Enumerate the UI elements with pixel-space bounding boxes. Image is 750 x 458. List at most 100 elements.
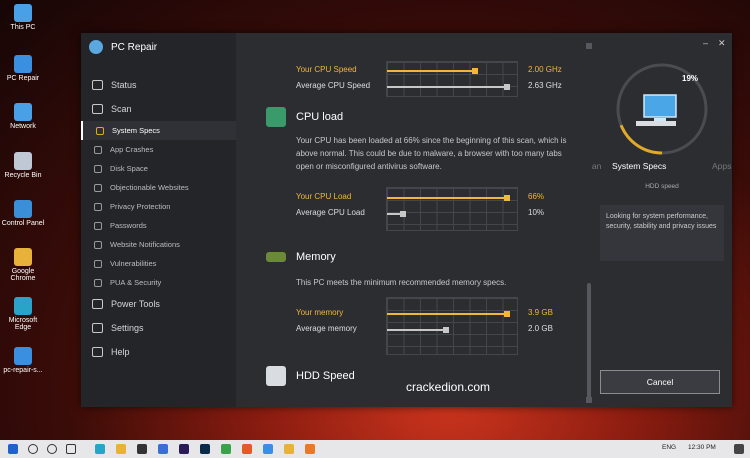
memory-chip-icon <box>266 252 286 262</box>
desktop-icon-label: pc-repair-s... <box>3 367 43 374</box>
pc-repair-setup-icon <box>14 347 32 365</box>
crash-icon <box>94 145 102 154</box>
minimize-button[interactable]: – <box>703 38 708 48</box>
mail-icon[interactable] <box>158 444 168 454</box>
ccleaner-icon[interactable] <box>242 444 252 454</box>
desktop-icon[interactable]: pc-repair-s... <box>0 347 46 374</box>
desktop-icon[interactable]: Network <box>0 103 46 130</box>
scan-substage: HDD speed <box>645 183 679 190</box>
progress-percent: 19% <box>682 74 699 83</box>
nav-item-objectionable-websites[interactable]: Objectionable Websites <box>81 178 236 197</box>
chrome-icon <box>14 248 32 266</box>
nav-item-disk-space[interactable]: Disk Space <box>81 159 236 178</box>
scan-progress-panel: – ✕ 19% Scan System Specs Apps HDD speed… <box>592 33 732 407</box>
nav-item-pua-security[interactable]: PUA & Security <box>81 273 236 292</box>
monitor-icon <box>92 80 103 90</box>
memory-heading: Memory <box>266 251 336 263</box>
computer-icon <box>14 4 32 22</box>
nav-item-app-crashes[interactable]: App Crashes <box>81 140 236 159</box>
start-button-icon[interactable] <box>8 444 18 454</box>
cpu-load-title: CPU load <box>296 111 344 123</box>
task-view-icon[interactable] <box>66 444 76 454</box>
nav-item-privacy-protection[interactable]: Privacy Protection <box>81 197 236 216</box>
desktop-icons: This PC PC Repair Network Recycle Bin Contro… <box>0 0 50 440</box>
nav-item-label: PUA & Security <box>110 278 162 287</box>
premiere-icon[interactable] <box>179 444 189 454</box>
avg-cpu-speed-bar <box>387 84 510 90</box>
nav-item-passwords[interactable]: Passwords <box>81 216 236 235</box>
cpu-speed-bar <box>387 68 478 74</box>
language-indicator[interactable]: ENG <box>662 444 676 451</box>
desktop-icon-label: PC Repair <box>6 75 40 82</box>
globe-icon <box>94 183 102 192</box>
nav-item-settings[interactable]: Settings <box>81 316 236 340</box>
store-icon[interactable] <box>137 444 147 454</box>
avg-cpu-speed-value: 2.63 GHz <box>528 81 562 90</box>
avg-cpu-load-bar <box>387 211 406 217</box>
desktop-icon[interactable]: Recycle Bin <box>0 152 46 179</box>
app-title-text: PC Repair <box>111 41 158 53</box>
desktop-icon[interactable]: Microsoft Edge <box>0 297 46 331</box>
cpu-load-bar <box>387 195 510 201</box>
pc-repair-taskbar-icon[interactable] <box>263 444 273 454</box>
memory-title: Memory <box>296 251 336 263</box>
nav-item-label: App Crashes <box>110 145 154 154</box>
hdd-icon <box>266 366 286 386</box>
desktop-icon[interactable]: This PC <box>0 4 46 31</box>
desktop-icon[interactable]: PC Repair <box>0 55 46 82</box>
nav-item-label: Status <box>111 80 137 90</box>
memory-chart <box>386 297 518 355</box>
computer-monitor-icon <box>636 94 677 126</box>
nav-menu: Status Scan System Specs App Crashes Disk Sp… <box>81 73 236 364</box>
pc-repair-logo-icon <box>89 40 103 54</box>
search-icon <box>92 104 103 114</box>
cpu-speed-chart <box>386 61 518 97</box>
cancel-button[interactable]: Cancel <box>600 370 720 394</box>
taskbar: ENG 12:30 PM <box>0 440 750 458</box>
cpu-load-chart <box>386 187 518 231</box>
cortana-icon[interactable] <box>47 444 57 454</box>
file-explorer-icon[interactable] <box>116 444 126 454</box>
vlc-icon[interactable] <box>305 444 315 454</box>
wrench-icon <box>92 299 103 309</box>
nav-item-label: Passwords <box>110 221 147 230</box>
nav-item-label: Vulnerabilities <box>110 259 157 268</box>
nav-item-vulnerabilities[interactable]: Vulnerabilities <box>81 254 236 273</box>
scan-stage-carousel: Scan System Specs Apps <box>592 161 732 175</box>
disk-icon <box>94 164 102 173</box>
notifications-icon[interactable] <box>734 444 744 454</box>
nav-item-system-specs[interactable]: System Specs <box>81 121 236 140</box>
hdd-title: HDD Speed <box>296 370 355 382</box>
edge-icon <box>14 297 32 315</box>
chrome-taskbar-icon[interactable] <box>284 444 294 454</box>
desktop-icon[interactable]: Google Chrome <box>0 248 46 282</box>
memory-label: Your memory <box>296 308 344 317</box>
edge-taskbar-icon[interactable] <box>95 444 105 454</box>
key-icon <box>94 221 102 230</box>
memory-description: This PC meets the minimum recommended me… <box>296 278 507 287</box>
close-button[interactable]: ✕ <box>718 38 726 49</box>
nav-item-label: Disk Space <box>110 164 148 173</box>
gear-icon <box>92 323 103 333</box>
nav-item-label: Help <box>111 347 130 357</box>
nav-item-scan[interactable]: Scan <box>81 97 236 121</box>
memory-value: 3.9 GB <box>528 308 553 317</box>
nav-item-help[interactable]: Help <box>81 340 236 364</box>
cpu-load-description: Your CPU has been loaded at 66% since th… <box>296 136 567 171</box>
nav-item-power-tools[interactable]: Power Tools <box>81 292 236 316</box>
photoshop-icon[interactable] <box>200 444 210 454</box>
desktop-icon[interactable]: Control Panel <box>0 200 46 227</box>
bell-icon <box>94 240 102 249</box>
scroll-thumb[interactable] <box>587 283 591 403</box>
nav-item-status[interactable]: Status <box>81 73 236 97</box>
nav-item-label: Settings <box>111 323 144 333</box>
watermark-text: crackedion.com <box>406 380 491 394</box>
camtasia-icon[interactable] <box>221 444 231 454</box>
search-icon[interactable] <box>28 444 38 454</box>
desktop-icon-label: Network <box>10 123 36 130</box>
main-content: Your CPU Speed 2.00 GHz Average CPU Spee… <box>236 33 591 407</box>
nav-item-website-notifications[interactable]: Website Notifications <box>81 235 236 254</box>
clock[interactable]: 12:30 PM <box>688 444 716 451</box>
cpu-speed-value: 2.00 GHz <box>528 65 562 74</box>
desktop-icon-label: This PC <box>10 24 36 31</box>
